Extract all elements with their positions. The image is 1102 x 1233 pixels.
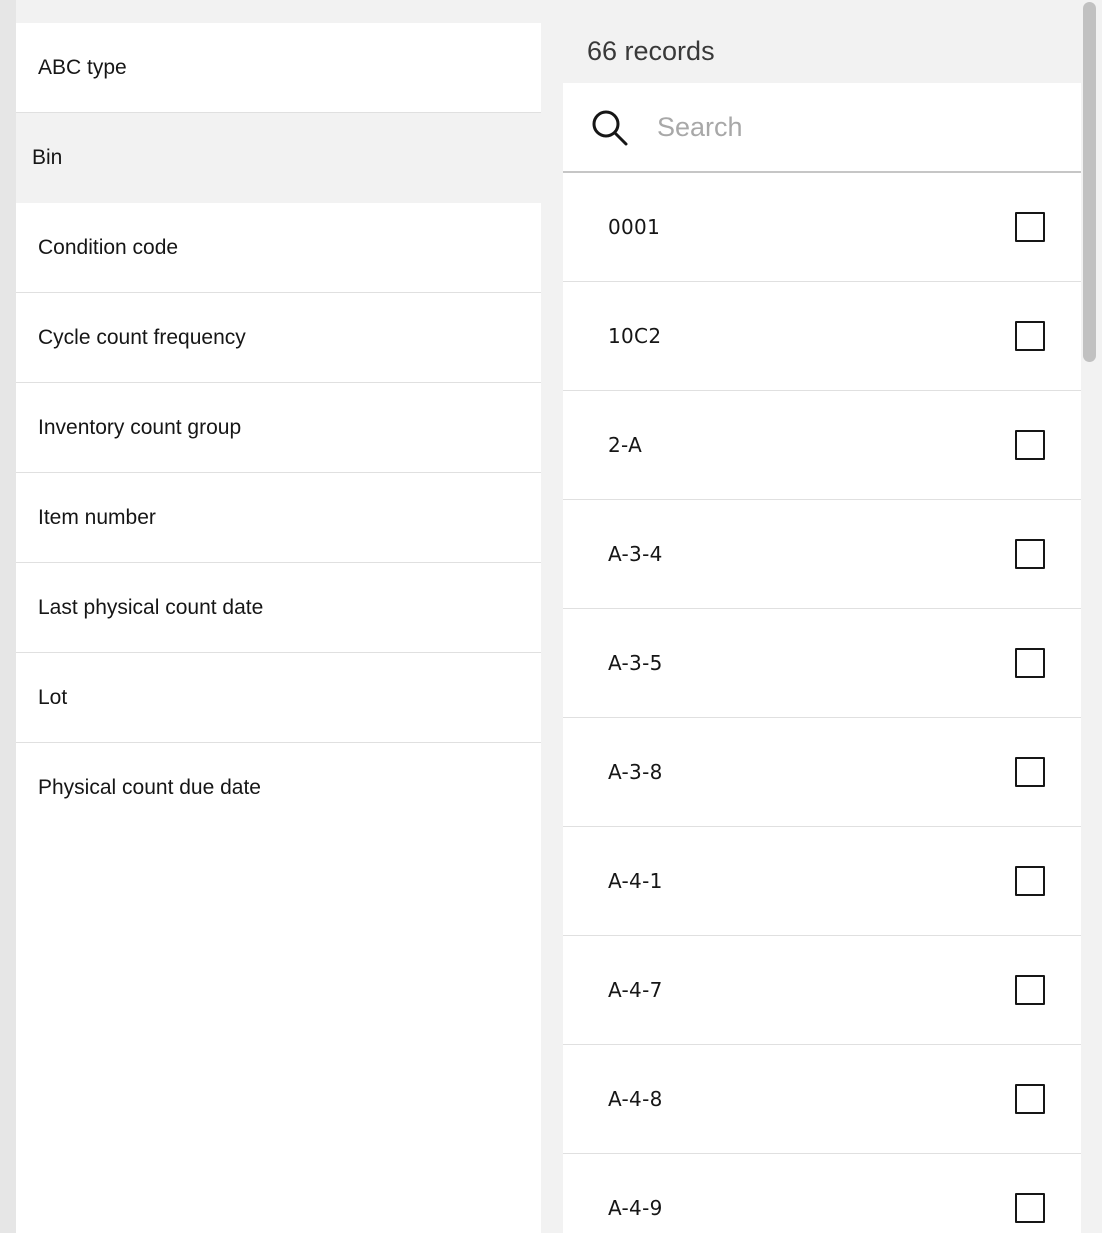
value-label: 10C2 xyxy=(608,324,662,348)
category-item-physical-count-due-date[interactable]: Physical count due date xyxy=(16,743,541,833)
value-row[interactable]: A-4-7 xyxy=(563,936,1081,1045)
value-label: 0001 xyxy=(608,215,661,239)
value-label: A-4-7 xyxy=(608,978,663,1002)
category-item-last-physical-count-date[interactable]: Last physical count date xyxy=(16,563,541,653)
value-label: A-4-1 xyxy=(608,869,663,893)
category-item-item-number[interactable]: Item number xyxy=(16,473,541,563)
value-row[interactable]: A-3-4 xyxy=(563,500,1081,609)
value-checkbox[interactable] xyxy=(1015,866,1045,896)
value-row[interactable]: A-4-8 xyxy=(563,1045,1081,1154)
category-item-bin[interactable]: Bin xyxy=(16,113,541,203)
value-row[interactable]: 2-A xyxy=(563,391,1081,500)
category-item-condition-code[interactable]: Condition code xyxy=(16,203,541,293)
category-label: Inventory count group xyxy=(38,415,242,439)
search-icon[interactable] xyxy=(587,105,631,149)
category-item-cycle-count-frequency[interactable]: Cycle count frequency xyxy=(16,293,541,383)
value-checkbox[interactable] xyxy=(1015,975,1045,1005)
category-label: ABC type xyxy=(38,55,127,79)
category-label: Last physical count date xyxy=(38,595,264,619)
category-label: Bin xyxy=(32,145,63,169)
value-checkbox[interactable] xyxy=(1015,1193,1045,1223)
search-bar xyxy=(563,83,1081,173)
value-label: A-4-9 xyxy=(608,1196,663,1220)
value-checkbox[interactable] xyxy=(1015,648,1045,678)
value-label: A-3-4 xyxy=(608,542,663,566)
value-label: A-4-8 xyxy=(608,1087,663,1111)
filter-values-panel: 0001 10C2 2-A A-3-4 A-3-5 A-3-8 A-4-1 A xyxy=(563,83,1081,1233)
value-checkbox[interactable] xyxy=(1015,757,1045,787)
value-row[interactable]: 10C2 xyxy=(563,282,1081,391)
category-item-lot[interactable]: Lot xyxy=(16,653,541,743)
category-label: Cycle count frequency xyxy=(38,325,246,349)
value-row[interactable]: A-3-8 xyxy=(563,718,1081,827)
category-label: Item number xyxy=(38,505,156,529)
value-checkbox[interactable] xyxy=(1015,212,1045,242)
value-row[interactable]: A-4-1 xyxy=(563,827,1081,936)
left-edge xyxy=(0,0,16,1233)
records-count: 66 records xyxy=(587,36,715,66)
value-checkbox[interactable] xyxy=(1015,539,1045,569)
scrollbar-thumb[interactable] xyxy=(1083,2,1096,362)
filter-category-list: ABC type Bin Condition code Cycle count … xyxy=(16,23,541,1233)
category-label: Condition code xyxy=(38,235,179,259)
category-item-abc-type[interactable]: ABC type xyxy=(16,23,541,113)
value-checkbox[interactable] xyxy=(1015,1084,1045,1114)
value-row[interactable]: A-3-5 xyxy=(563,609,1081,718)
category-label: Physical count due date xyxy=(38,776,261,799)
value-checkbox[interactable] xyxy=(1015,321,1045,351)
value-label: A-3-8 xyxy=(608,760,663,784)
value-label: A-3-5 xyxy=(608,651,663,675)
category-label: Lot xyxy=(38,685,68,709)
value-checkbox[interactable] xyxy=(1015,430,1045,460)
value-row[interactable]: 0001 xyxy=(563,173,1081,282)
value-label: 2-A xyxy=(608,433,643,457)
search-input[interactable] xyxy=(655,110,1039,144)
value-row[interactable]: A-4-9 xyxy=(563,1154,1081,1233)
filter-dialog: ABC type Bin Condition code Cycle count … xyxy=(0,0,1102,1233)
category-item-inventory-count-group[interactable]: Inventory count group xyxy=(16,383,541,473)
